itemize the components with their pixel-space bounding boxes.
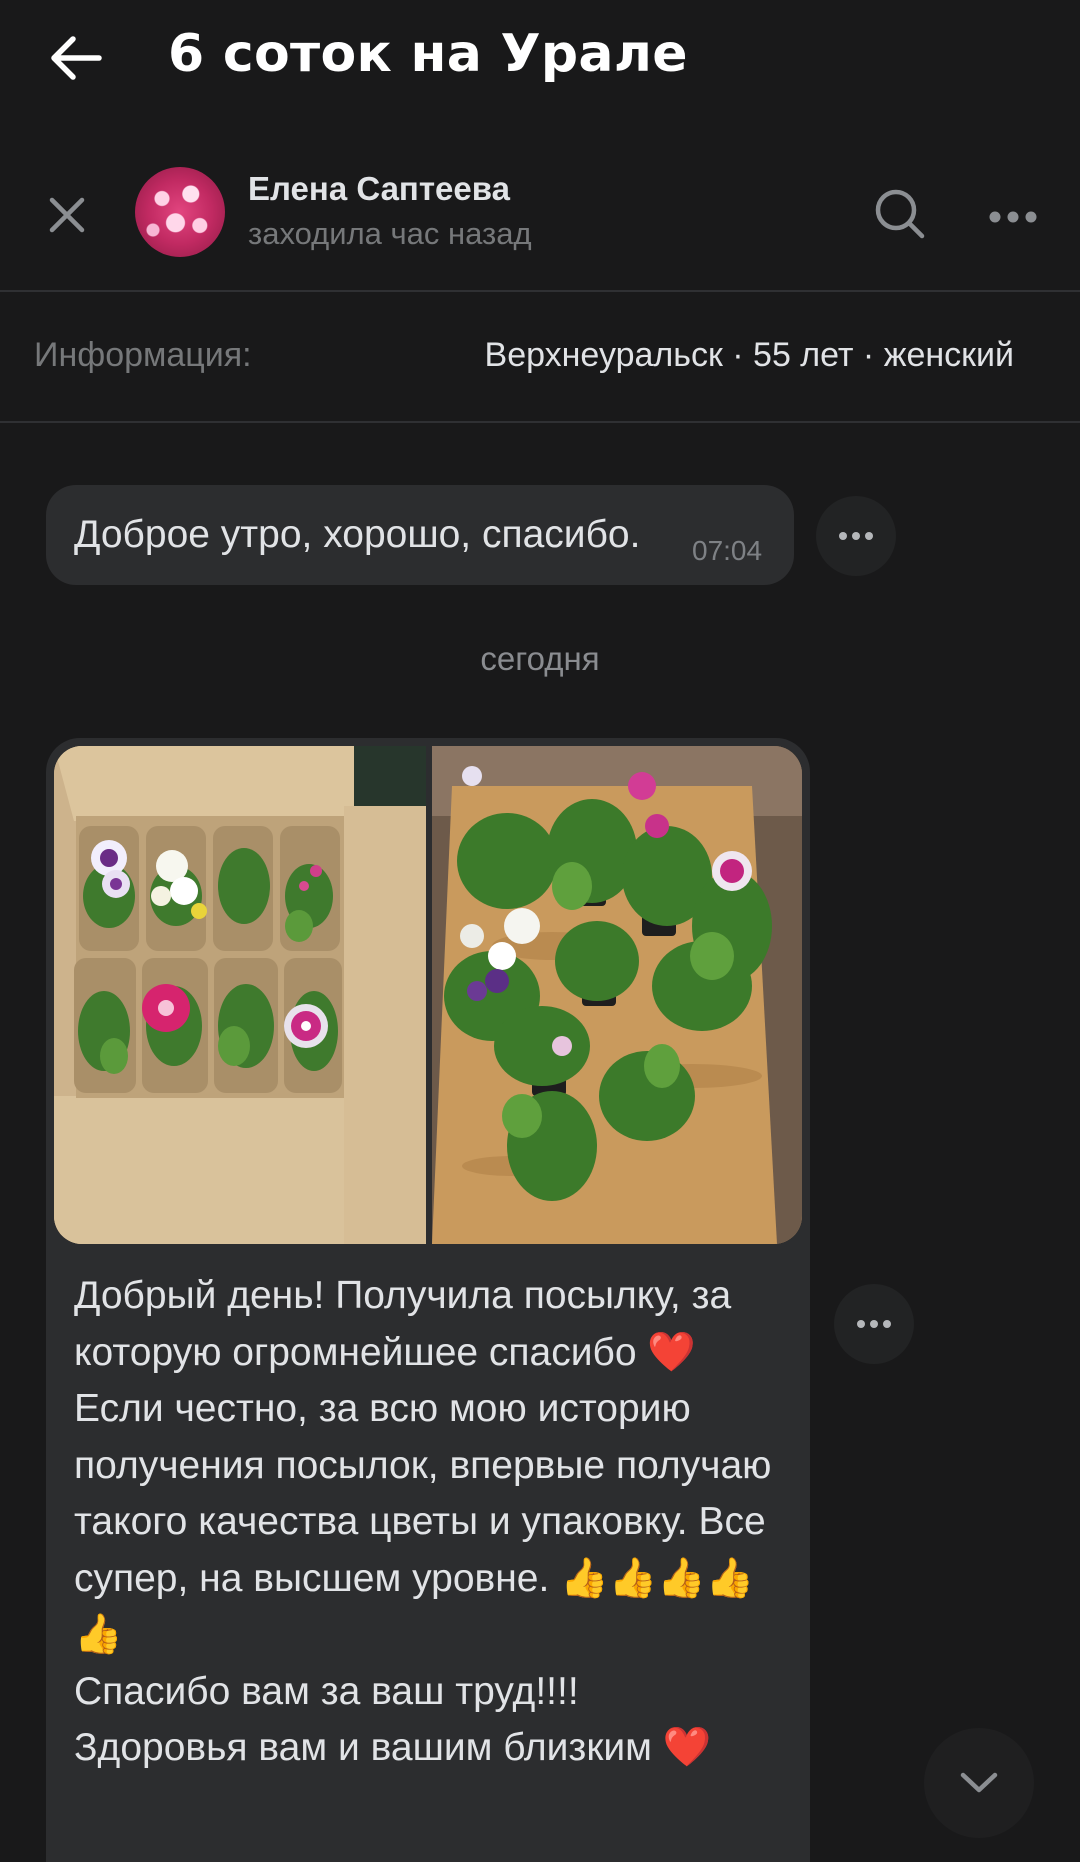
message-actions-button[interactable] [834,1284,914,1364]
contact-status: заходила час назад [248,216,532,251]
page-title: 6 соток на Урале [168,24,688,84]
info-value: Верхнеуральск · 55 лет · женский [484,336,1014,374]
search-icon [875,189,925,239]
photo-flowers-on-table [432,746,802,1244]
date-separator: сегодня [480,640,600,677]
message-actions-button[interactable] [816,496,896,576]
message-bubble[interactable]: Доброе утро, хорошо, спасибо. 07:04 [46,485,794,585]
message-bubble[interactable]: Добрый день! Получила посылку, за котору… [46,738,810,1862]
photo-box-with-flowers [54,746,426,1244]
more-options-button[interactable] [988,202,1038,232]
message-time: 07:04 [692,535,763,566]
photo-attachment[interactable] [432,746,802,1244]
scroll-to-bottom-button[interactable] [924,1728,1034,1838]
info-divider [0,421,1080,423]
chat-screen: 6 соток на Урале Елена Саптеева заходила… [0,0,1080,1862]
photo-attachment[interactable] [54,746,426,1244]
avatar[interactable] [135,167,225,257]
info-label: Информация: [34,336,252,374]
message-text: Добрый день! Получила посылку, за котору… [74,1274,772,1769]
chevron-down-icon [960,1772,998,1793]
contact-info-row: Информация: Верхнеуральск · 55 лет · жен… [0,292,1080,422]
message-text: Доброе утро, хорошо, спасибо. [74,513,641,556]
back-button[interactable] [46,30,106,86]
contact-name[interactable]: Елена Саптеева [248,170,510,208]
search-button[interactable] [872,186,928,242]
close-icon [49,197,85,233]
arrow-left-icon [51,36,102,80]
more-horizontal-icon [839,532,873,540]
chat-header: Елена Саптеева заходила час назад [0,150,1080,290]
close-button[interactable] [44,192,90,238]
more-horizontal-icon [989,211,1037,223]
more-horizontal-icon [857,1320,891,1328]
top-bar: 6 соток на Урале [0,0,1080,120]
